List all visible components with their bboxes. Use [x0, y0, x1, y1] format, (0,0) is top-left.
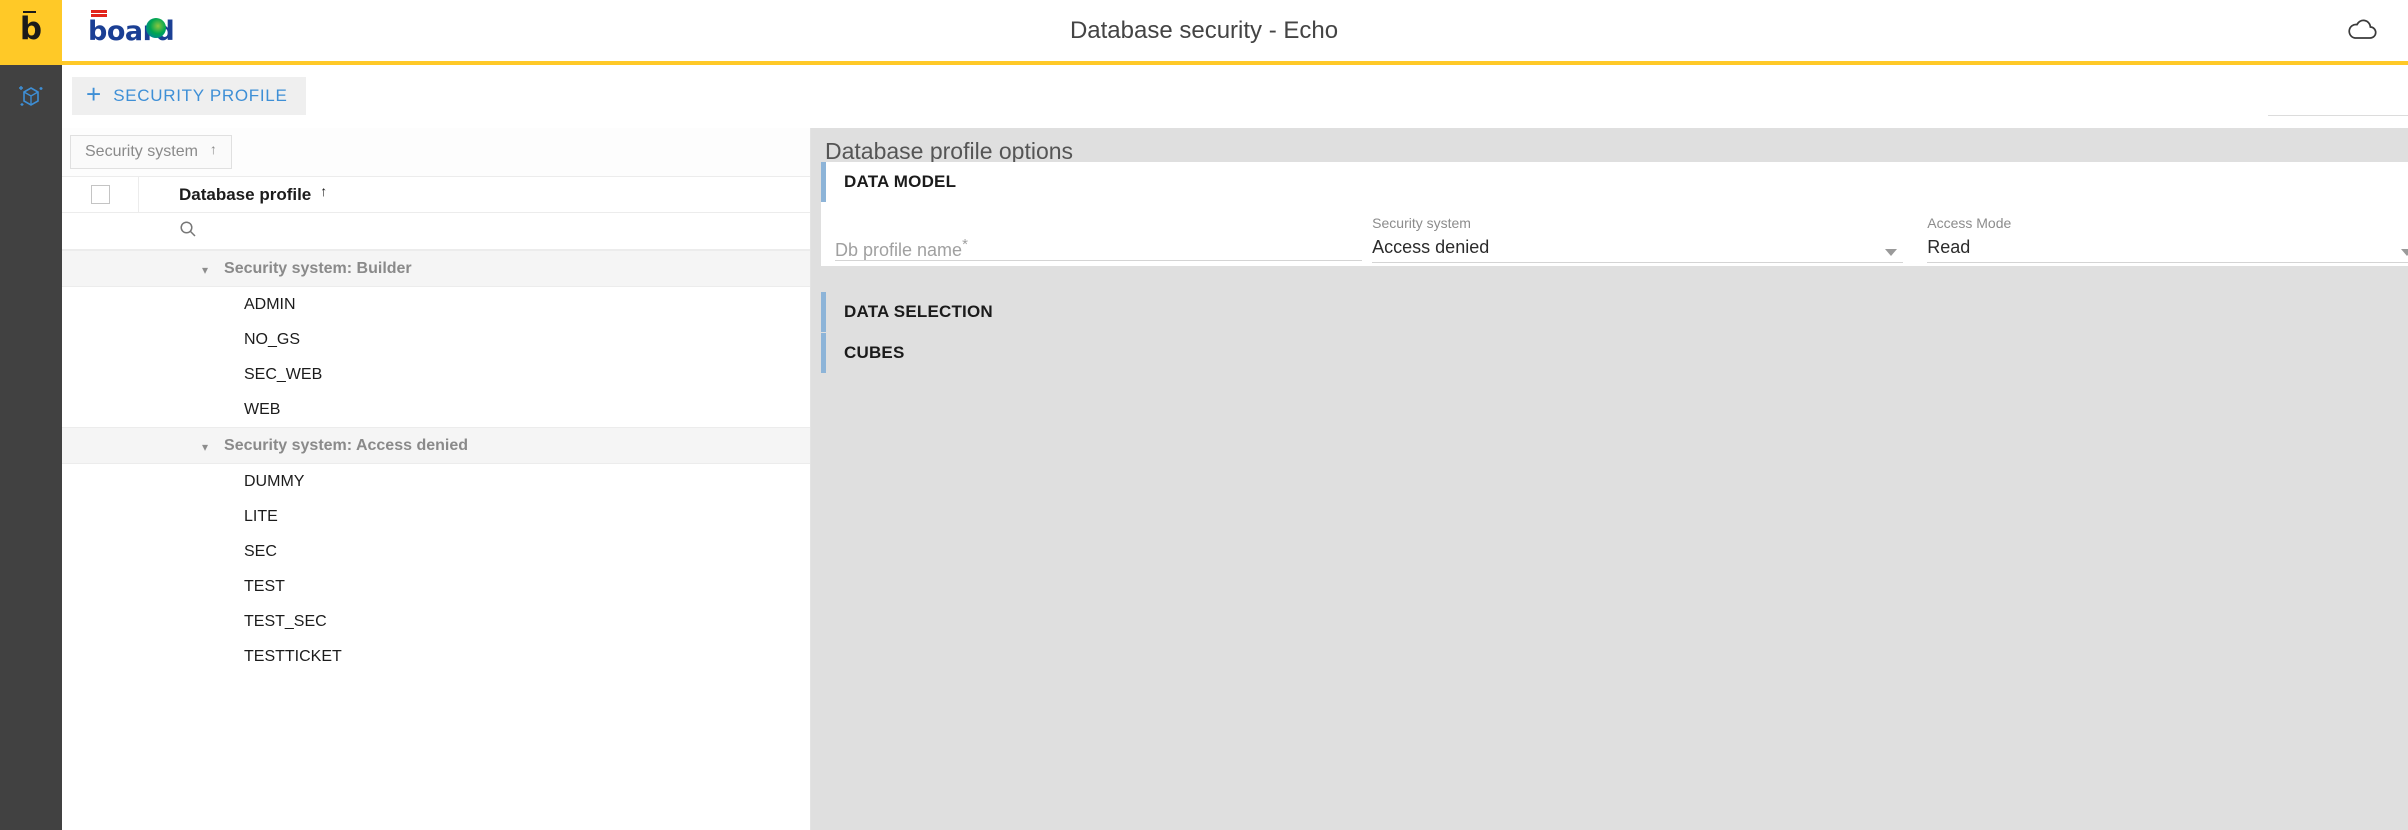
select-all-cell — [62, 177, 139, 212]
list-item[interactable]: ADMIN — [62, 287, 810, 322]
plus-icon: + — [86, 79, 102, 109]
group-by-chip-row: Security system ↑ — [62, 128, 810, 177]
security-system-value[interactable]: Access denied — [1372, 232, 1904, 263]
section-data-model: DATA MODEL Db profile name* Security sys… — [821, 162, 2408, 266]
chevron-down-icon[interactable] — [1885, 249, 1898, 256]
access-mode-label: Access Mode — [1927, 215, 2012, 231]
page-title: Database security - Echo — [1069, 17, 1339, 44]
list-group-label: Security system: Access denied — [224, 436, 468, 454]
list-item[interactable]: TESTTICKET — [62, 639, 810, 674]
detail-panel-title: Database profile options — [825, 138, 1074, 164]
brand-letter: b — [19, 11, 43, 47]
add-security-profile-button[interactable]: + SECURITY PROFILE — [72, 77, 306, 115]
chevron-down-icon[interactable] — [2401, 249, 2408, 256]
database-profile-options-panel: Database profile options DATA MODEL Db p… — [811, 128, 2408, 830]
section-header-data-model[interactable]: DATA MODEL — [821, 162, 2408, 202]
section-header-data-selection[interactable]: DATA SELECTION — [821, 292, 2408, 332]
list-item[interactable]: NO_GS — [62, 322, 810, 357]
section-data-selection: DATA SELECTION — [821, 292, 2408, 332]
access-mode-field[interactable]: Access Mode Read — [1927, 214, 2408, 266]
list-item[interactable]: WEB — [62, 392, 810, 427]
section-cubes: CUBES — [821, 333, 2408, 373]
section-title: DATA SELECTION — [844, 302, 993, 321]
section-header-cubes[interactable]: CUBES — [821, 333, 2408, 373]
security-system-label: Security system — [1372, 215, 1471, 231]
data-model-fields: Db profile name* Security system Access … — [821, 202, 2408, 266]
cloud-icon[interactable] — [2340, 15, 2384, 45]
list-item[interactable]: DUMMY — [62, 464, 810, 499]
db-profile-name-input[interactable]: Db profile name* — [835, 230, 1363, 261]
chevron-down-icon: ▾ — [202, 262, 209, 277]
list-item[interactable]: SEC — [62, 534, 810, 569]
list-item[interactable]: TEST — [62, 569, 810, 604]
list-item[interactable]: TEST_SEC — [62, 604, 810, 639]
column-header-label: Database profile — [179, 184, 312, 204]
list-search-row[interactable] — [62, 213, 810, 250]
list-item[interactable]: SEC_WEB — [62, 357, 810, 392]
data-model-cube-icon[interactable] — [13, 79, 49, 115]
db-profile-name-placeholder: Db profile name — [835, 240, 963, 260]
app-header: b board Database security - Echo — [0, 0, 2408, 65]
security-profile-list-panel: Security system ↑ Database profile ↑ ▾ S… — [62, 128, 811, 830]
board-logo[interactable]: board — [88, 9, 175, 52]
security-system-field[interactable]: Security system Access denied — [1372, 214, 1904, 266]
group-by-chip-security-system[interactable]: Security system ↑ — [70, 135, 232, 169]
toolbar: + SECURITY PROFILE — [62, 65, 2408, 128]
list-item[interactable]: LITE — [62, 499, 810, 534]
chevron-down-icon: ▾ — [202, 439, 209, 454]
section-title: DATA MODEL — [844, 172, 957, 191]
list-group-header[interactable]: ▾ Security system: Builder — [62, 250, 810, 287]
brand-logo-square[interactable]: b — [0, 0, 62, 61]
access-mode-value[interactable]: Read — [1927, 232, 2408, 263]
list-group-header[interactable]: ▾ Security system: Access denied — [62, 427, 810, 464]
group-by-chip-label: Security system — [85, 143, 198, 160]
search-icon — [179, 220, 197, 243]
sort-ascending-icon: ↑ — [209, 141, 217, 157]
left-rail — [0, 65, 62, 830]
add-security-profile-label: SECURITY PROFILE — [113, 86, 288, 105]
db-profile-name-field[interactable]: Db profile name* — [835, 214, 1363, 266]
section-title: CUBES — [844, 343, 905, 362]
select-all-checkbox[interactable] — [90, 185, 110, 204]
column-header-database-profile[interactable]: Database profile ↑ — [139, 177, 810, 212]
sort-ascending-icon: ↑ — [320, 182, 328, 199]
list-group-label: Security system: Builder — [224, 259, 412, 277]
required-asterisk: * — [962, 236, 968, 253]
list-column-header: Database profile ↑ — [62, 177, 810, 213]
toolbar-divider — [2268, 115, 2408, 116]
